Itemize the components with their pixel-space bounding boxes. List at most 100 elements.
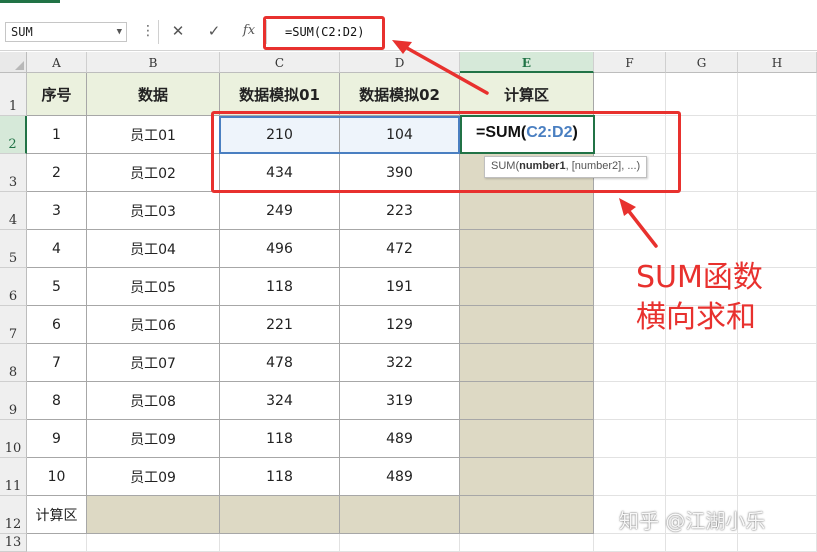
row-header-12[interactable]: 12	[0, 496, 27, 534]
col-header-f[interactable]: F	[594, 52, 666, 73]
enter-icon[interactable]: ✓	[203, 21, 225, 41]
table-cell[interactable]: 员工09	[87, 458, 220, 496]
empty-cell[interactable]	[738, 534, 817, 552]
empty-cell[interactable]	[738, 420, 817, 458]
empty-cell[interactable]	[594, 534, 666, 552]
empty-cell[interactable]	[738, 116, 817, 154]
empty-cell[interactable]	[594, 382, 666, 420]
empty-cell[interactable]	[594, 73, 666, 116]
row-header-13[interactable]: 13	[0, 534, 27, 552]
table-cell[interactable]	[460, 458, 594, 496]
table-cell[interactable]: 员工05	[87, 268, 220, 306]
table-cell[interactable]: 6	[27, 306, 87, 344]
table-cell[interactable]: 员工01	[87, 116, 220, 154]
table-cell[interactable]: 员工02	[87, 154, 220, 192]
table-cell[interactable]: 223	[340, 192, 460, 230]
col-header-b[interactable]: B	[87, 52, 220, 73]
table-cell[interactable]: 489	[340, 420, 460, 458]
header-cell-sim02[interactable]: 数据模拟02	[340, 73, 460, 116]
table-cell[interactable]: 7	[27, 344, 87, 382]
table-cell[interactable]: 员工03	[87, 192, 220, 230]
table-cell[interactable]: 118	[220, 458, 340, 496]
table-cell[interactable]: 319	[340, 382, 460, 420]
empty-cell[interactable]	[738, 344, 817, 382]
empty-cell[interactable]	[738, 154, 817, 192]
row-header-1[interactable]: 1	[0, 73, 27, 116]
table-cell[interactable]: 5	[27, 268, 87, 306]
header-cell-sim01[interactable]: 数据模拟01	[220, 73, 340, 116]
fx-icon[interactable]: fx	[238, 21, 260, 41]
col-header-g[interactable]: G	[666, 52, 738, 73]
header-cell-calc[interactable]: 计算区	[460, 73, 594, 116]
table-cell[interactable]: 478	[220, 344, 340, 382]
empty-cell[interactable]	[220, 534, 340, 552]
empty-cell[interactable]	[738, 73, 817, 116]
row-header-9[interactable]: 9	[0, 382, 27, 420]
table-cell[interactable]: 3	[27, 192, 87, 230]
table-cell[interactable]: 8	[27, 382, 87, 420]
row-header-10[interactable]: 10	[0, 420, 27, 458]
table-cell[interactable]	[460, 382, 594, 420]
table-cell[interactable]: 472	[340, 230, 460, 268]
table-cell[interactable]: 496	[220, 230, 340, 268]
table-cell[interactable]	[460, 230, 594, 268]
table-cell[interactable]	[460, 344, 594, 382]
table-cell[interactable]: 员工08	[87, 382, 220, 420]
empty-cell[interactable]	[460, 534, 594, 552]
col-header-h[interactable]: H	[738, 52, 817, 73]
empty-cell[interactable]	[594, 458, 666, 496]
empty-cell[interactable]	[666, 344, 738, 382]
row-header-11[interactable]: 11	[0, 458, 27, 496]
row-header-2[interactable]: 2	[0, 116, 27, 154]
table-cell[interactable]: 2	[27, 154, 87, 192]
col-header-d[interactable]: D	[340, 52, 460, 73]
empty-cell[interactable]	[666, 420, 738, 458]
col-header-a[interactable]: A	[27, 52, 87, 73]
row-header-4[interactable]: 4	[0, 192, 27, 230]
table-cell[interactable]: 118	[220, 268, 340, 306]
table-cell[interactable]: 9	[27, 420, 87, 458]
table-cell[interactable]: 118	[220, 420, 340, 458]
table-cell[interactable]: 249	[220, 192, 340, 230]
row-header-8[interactable]: 8	[0, 344, 27, 382]
footer-calc-cell[interactable]	[460, 496, 594, 534]
empty-cell[interactable]	[666, 73, 738, 116]
footer-label-cell[interactable]: 计算区	[27, 496, 87, 534]
empty-cell[interactable]	[340, 534, 460, 552]
row-header-3[interactable]: 3	[0, 154, 27, 192]
footer-calc-cell[interactable]	[340, 496, 460, 534]
chevron-down-icon[interactable]: ▼	[117, 23, 122, 41]
empty-cell[interactable]	[594, 344, 666, 382]
more-options-icon[interactable]: ⋮	[141, 22, 155, 40]
table-cell[interactable]	[460, 420, 594, 458]
empty-cell[interactable]	[738, 192, 817, 230]
table-cell[interactable]: 4	[27, 230, 87, 268]
table-cell[interactable]: 员工07	[87, 344, 220, 382]
table-cell[interactable]: 322	[340, 344, 460, 382]
footer-calc-cell[interactable]	[87, 496, 220, 534]
select-all-corner[interactable]	[0, 52, 27, 73]
empty-cell[interactable]	[738, 458, 817, 496]
footer-calc-cell[interactable]	[220, 496, 340, 534]
table-cell[interactable]: 489	[340, 458, 460, 496]
empty-cell[interactable]	[666, 458, 738, 496]
col-header-c[interactable]: C	[220, 52, 340, 73]
table-cell[interactable]: 1	[27, 116, 87, 154]
empty-cell[interactable]	[738, 382, 817, 420]
empty-cell[interactable]	[666, 534, 738, 552]
table-cell[interactable]: 10	[27, 458, 87, 496]
table-cell[interactable]	[460, 192, 594, 230]
empty-cell[interactable]	[87, 534, 220, 552]
empty-cell[interactable]	[666, 192, 738, 230]
empty-cell[interactable]	[594, 420, 666, 458]
row-header-5[interactable]: 5	[0, 230, 27, 268]
table-cell[interactable]: 221	[220, 306, 340, 344]
table-cell[interactable]	[460, 306, 594, 344]
table-cell[interactable]	[460, 268, 594, 306]
header-cell-data[interactable]: 数据	[87, 73, 220, 116]
table-cell[interactable]: 324	[220, 382, 340, 420]
table-cell[interactable]: 191	[340, 268, 460, 306]
cancel-icon[interactable]: ✕	[167, 21, 189, 41]
table-cell[interactable]: 员工04	[87, 230, 220, 268]
table-cell[interactable]: 员工06	[87, 306, 220, 344]
